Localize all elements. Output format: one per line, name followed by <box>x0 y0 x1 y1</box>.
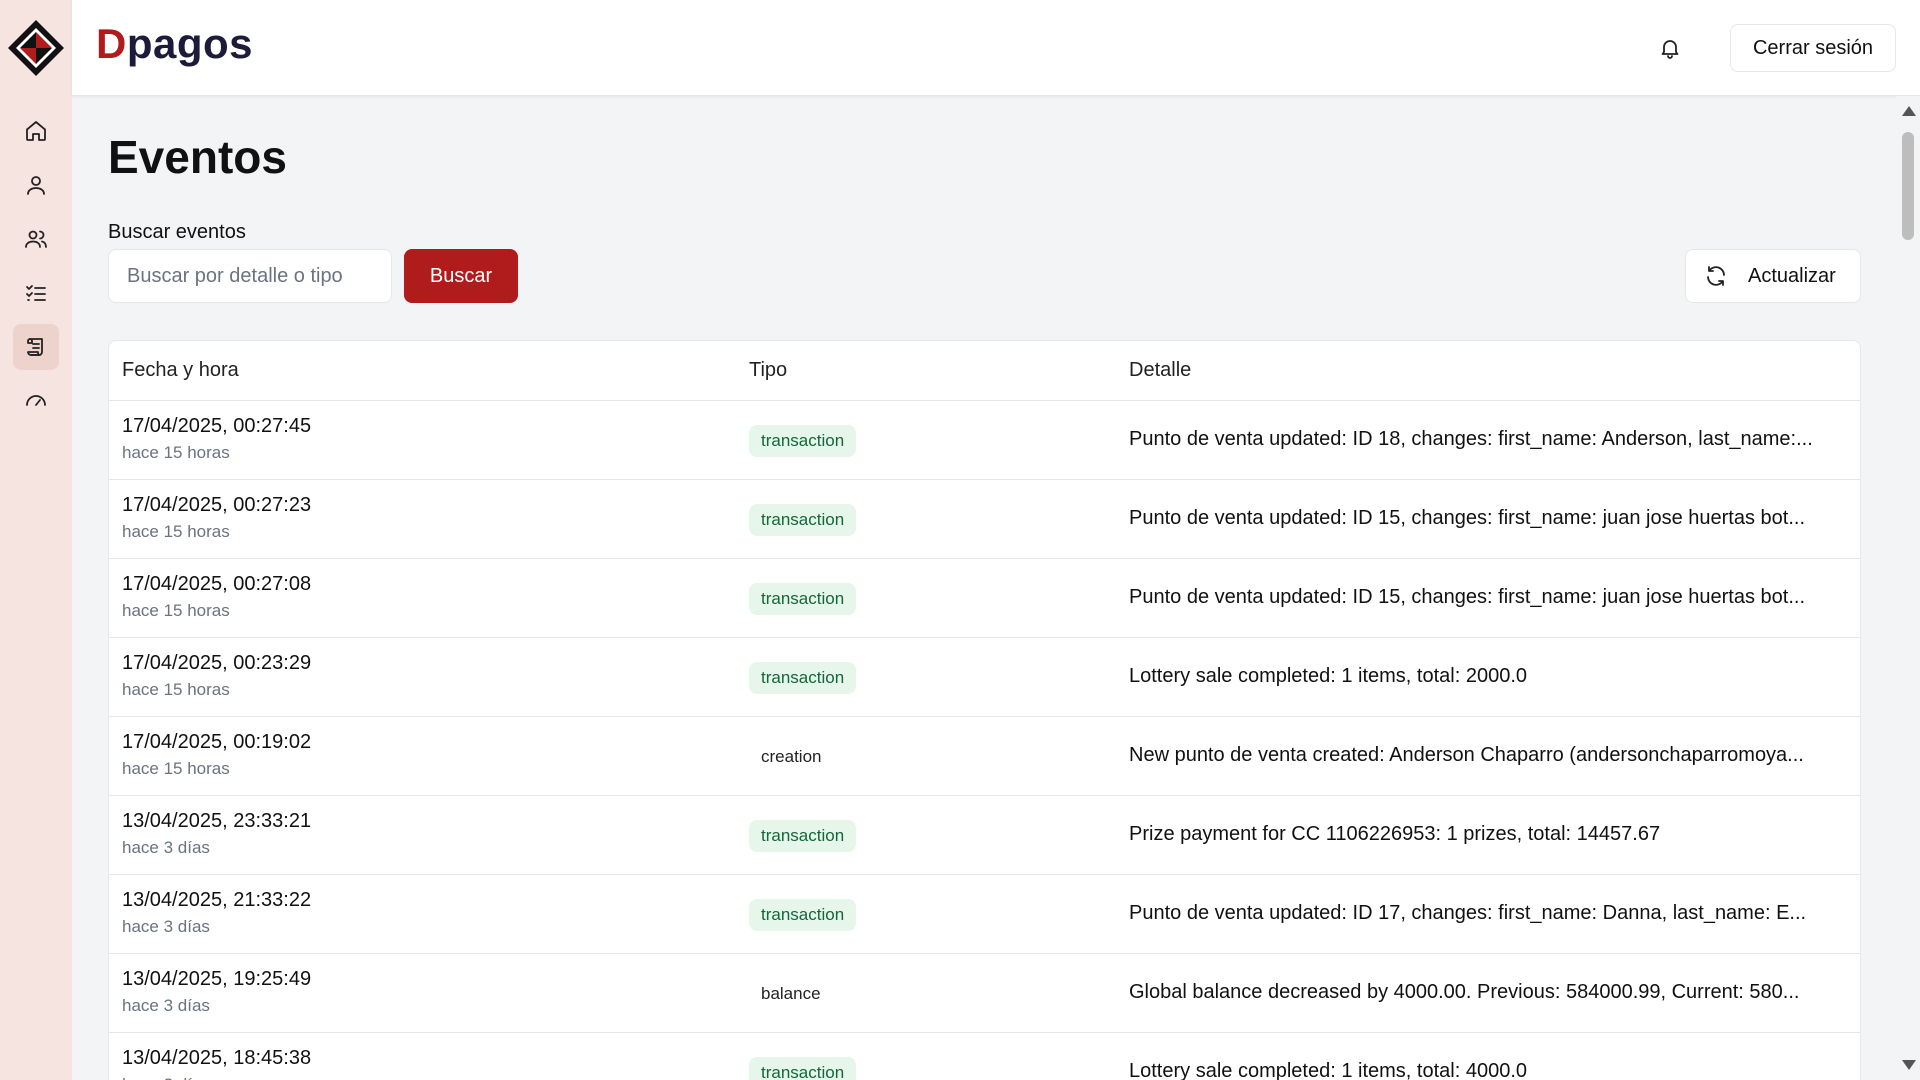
event-relative-time: hace 15 horas <box>122 522 230 541</box>
event-detail: Global balance decreased by 4000.00. Pre… <box>1129 981 1800 1003</box>
gauge-icon <box>26 395 46 406</box>
event-relative-time: hace 15 horas <box>122 759 230 778</box>
type-badge: transaction <box>749 583 857 615</box>
date-cell: 17/04/2025, 00:27:23 hace 15 horas <box>122 494 311 542</box>
scroll-up-arrow[interactable] <box>1902 106 1916 116</box>
event-datetime: 17/04/2025, 00:23:29 <box>122 652 312 674</box>
brand-d: D <box>96 20 127 67</box>
sidebar-item-users[interactable] <box>13 216 59 262</box>
type-badge: transaction <box>749 820 857 852</box>
event-datetime: 13/04/2025, 18:45:38 <box>122 1047 312 1069</box>
refresh-label: Actualizar <box>1748 264 1836 287</box>
event-detail: Punto de venta updated: ID 18, changes: … <box>1129 428 1813 450</box>
logout-button[interactable]: Cerrar sesión <box>1730 24 1896 72</box>
scroll-thumb[interactable] <box>1902 132 1914 240</box>
type-badge: transaction <box>749 662 857 694</box>
table-row[interactable]: 17/04/2025, 00:23:29 hace 15 horas transac… <box>109 638 1860 717</box>
event-detail: Punto de venta updated: ID 15, changes: … <box>1129 507 1805 529</box>
event-relative-time: hace 3 días <box>122 838 210 857</box>
event-detail: Punto de venta updated: ID 17, changes: … <box>1129 902 1807 924</box>
logo-icon[interactable] <box>6 18 66 78</box>
sidebar <box>0 0 72 1080</box>
refresh-button[interactable]: Actualizar <box>1685 249 1861 303</box>
event-detail: New punto de venta created: Anderson Cha… <box>1129 744 1804 766</box>
event-datetime: 13/04/2025, 21:33:22 <box>122 889 312 911</box>
bell-icon <box>1661 40 1679 59</box>
table-row[interactable]: 13/04/2025, 23:33:21 hace 3 días transacti… <box>109 796 1860 875</box>
event-datetime: 17/04/2025, 00:27:23 <box>122 494 312 516</box>
event-detail: Lottery sale completed: 1 items, total: … <box>1129 1060 1527 1080</box>
sidebar-item-user[interactable] <box>13 162 59 208</box>
notifications-button[interactable] <box>1654 32 1686 64</box>
table-row[interactable]: 17/04/2025, 00:27:23 hace 15 horas transac… <box>109 480 1860 559</box>
search-button[interactable]: Buscar <box>404 249 518 303</box>
table-row[interactable]: 13/04/2025, 19:25:49 hace 3 días balance Gl… <box>109 954 1860 1033</box>
users-icon <box>25 230 47 248</box>
brand-logo-text[interactable]: Dpagos <box>96 20 253 68</box>
event-relative-time: hace 3 días <box>122 1075 311 1080</box>
table-row[interactable]: 13/04/2025, 21:33:22 hace 3 días transacti… <box>109 875 1860 954</box>
event-relative-time: hace 15 horas <box>122 680 230 699</box>
type-badge: balance <box>761 984 821 1003</box>
event-datetime: 17/04/2025, 00:27:08 <box>122 573 312 595</box>
table-row[interactable]: 13/04/2025, 18:45:38 hace 3 días transacti… <box>109 1033 1860 1080</box>
events-table: Fecha y hora Tipo Detalle 17/04/2025, 00… <box>108 340 1861 1080</box>
scroll-down-arrow[interactable] <box>1902 1060 1916 1070</box>
page-scrollbar[interactable] <box>1896 96 1920 1080</box>
home-icon <box>26 121 46 141</box>
event-datetime: 17/04/2025, 00:19:02 <box>122 731 312 753</box>
page-title: Eventos <box>108 131 287 183</box>
date-cell: 17/04/2025, 00:23:29 hace 15 horas <box>122 652 311 700</box>
search-input[interactable] <box>108 249 392 303</box>
event-detail: Prize payment for CC 1106226953: 1 prize… <box>1129 823 1661 845</box>
type-badge: transaction <box>749 1057 857 1080</box>
event-relative-time: hace 15 horas <box>122 601 230 620</box>
type-badge: transaction <box>749 425 857 457</box>
table-row[interactable]: 17/04/2025, 00:27:45 hace 15 horas transac… <box>109 401 1860 480</box>
refresh-icon <box>1707 266 1725 286</box>
search-label: Buscar eventos <box>108 221 246 243</box>
date-cell: 13/04/2025, 21:33:22 hace 3 días <box>122 889 311 937</box>
event-detail: Punto de venta updated: ID 15, changes: … <box>1129 586 1805 608</box>
date-cell: 13/04/2025, 19:25:49 hace 3 días <box>122 968 311 1016</box>
event-detail: Lottery sale completed: 1 items, total: … <box>1129 665 1527 687</box>
table-body: 17/04/2025, 00:27:45 hace 15 horas transac… <box>109 401 1860 1080</box>
date-cell: 17/04/2025, 00:27:08 hace 15 horas <box>122 573 311 621</box>
sidebar-item-list[interactable] <box>13 270 59 316</box>
header-date: Fecha y hora <box>122 359 239 381</box>
date-cell: 17/04/2025, 00:27:45 hace 15 horas <box>122 415 311 463</box>
event-relative-time: hace 3 días <box>122 917 210 936</box>
type-badge: transaction <box>749 899 857 931</box>
sidebar-item-dashboard[interactable] <box>13 378 59 424</box>
date-cell: 13/04/2025, 18:45:38 hace 3 días <box>122 1047 311 1080</box>
list-check-icon <box>26 285 46 301</box>
table-header: Fecha y hora Tipo Detalle <box>109 341 1860 401</box>
event-relative-time: hace 15 horas <box>122 443 230 462</box>
brand-rest: pagos <box>126 20 254 67</box>
user-icon <box>27 176 45 195</box>
event-datetime: 17/04/2025, 00:27:45 <box>122 415 312 437</box>
date-cell: 17/04/2025, 00:19:02 hace 15 horas <box>122 731 311 779</box>
scroll-icon <box>27 338 43 356</box>
type-badge: transaction <box>749 504 857 536</box>
date-cell: 13/04/2025, 23:33:21 hace 3 días <box>122 810 311 858</box>
table-row[interactable]: 17/04/2025, 00:19:02 hace 15 horas creatio… <box>109 717 1860 796</box>
top-header: Dpagos Cerrar sesión <box>72 0 1920 96</box>
header-detail: Detalle <box>1129 359 1192 381</box>
table-row[interactable]: 17/04/2025, 00:27:08 hace 15 horas transac… <box>109 559 1860 638</box>
event-datetime: 13/04/2025, 23:33:21 <box>122 810 312 832</box>
sidebar-item-home[interactable] <box>13 108 59 154</box>
header-type: Tipo <box>749 359 788 381</box>
event-relative-time: hace 3 días <box>122 996 210 1015</box>
event-datetime: 13/04/2025, 19:25:49 <box>122 968 312 990</box>
type-badge: creation <box>761 747 822 766</box>
sidebar-item-events[interactable] <box>13 324 59 370</box>
